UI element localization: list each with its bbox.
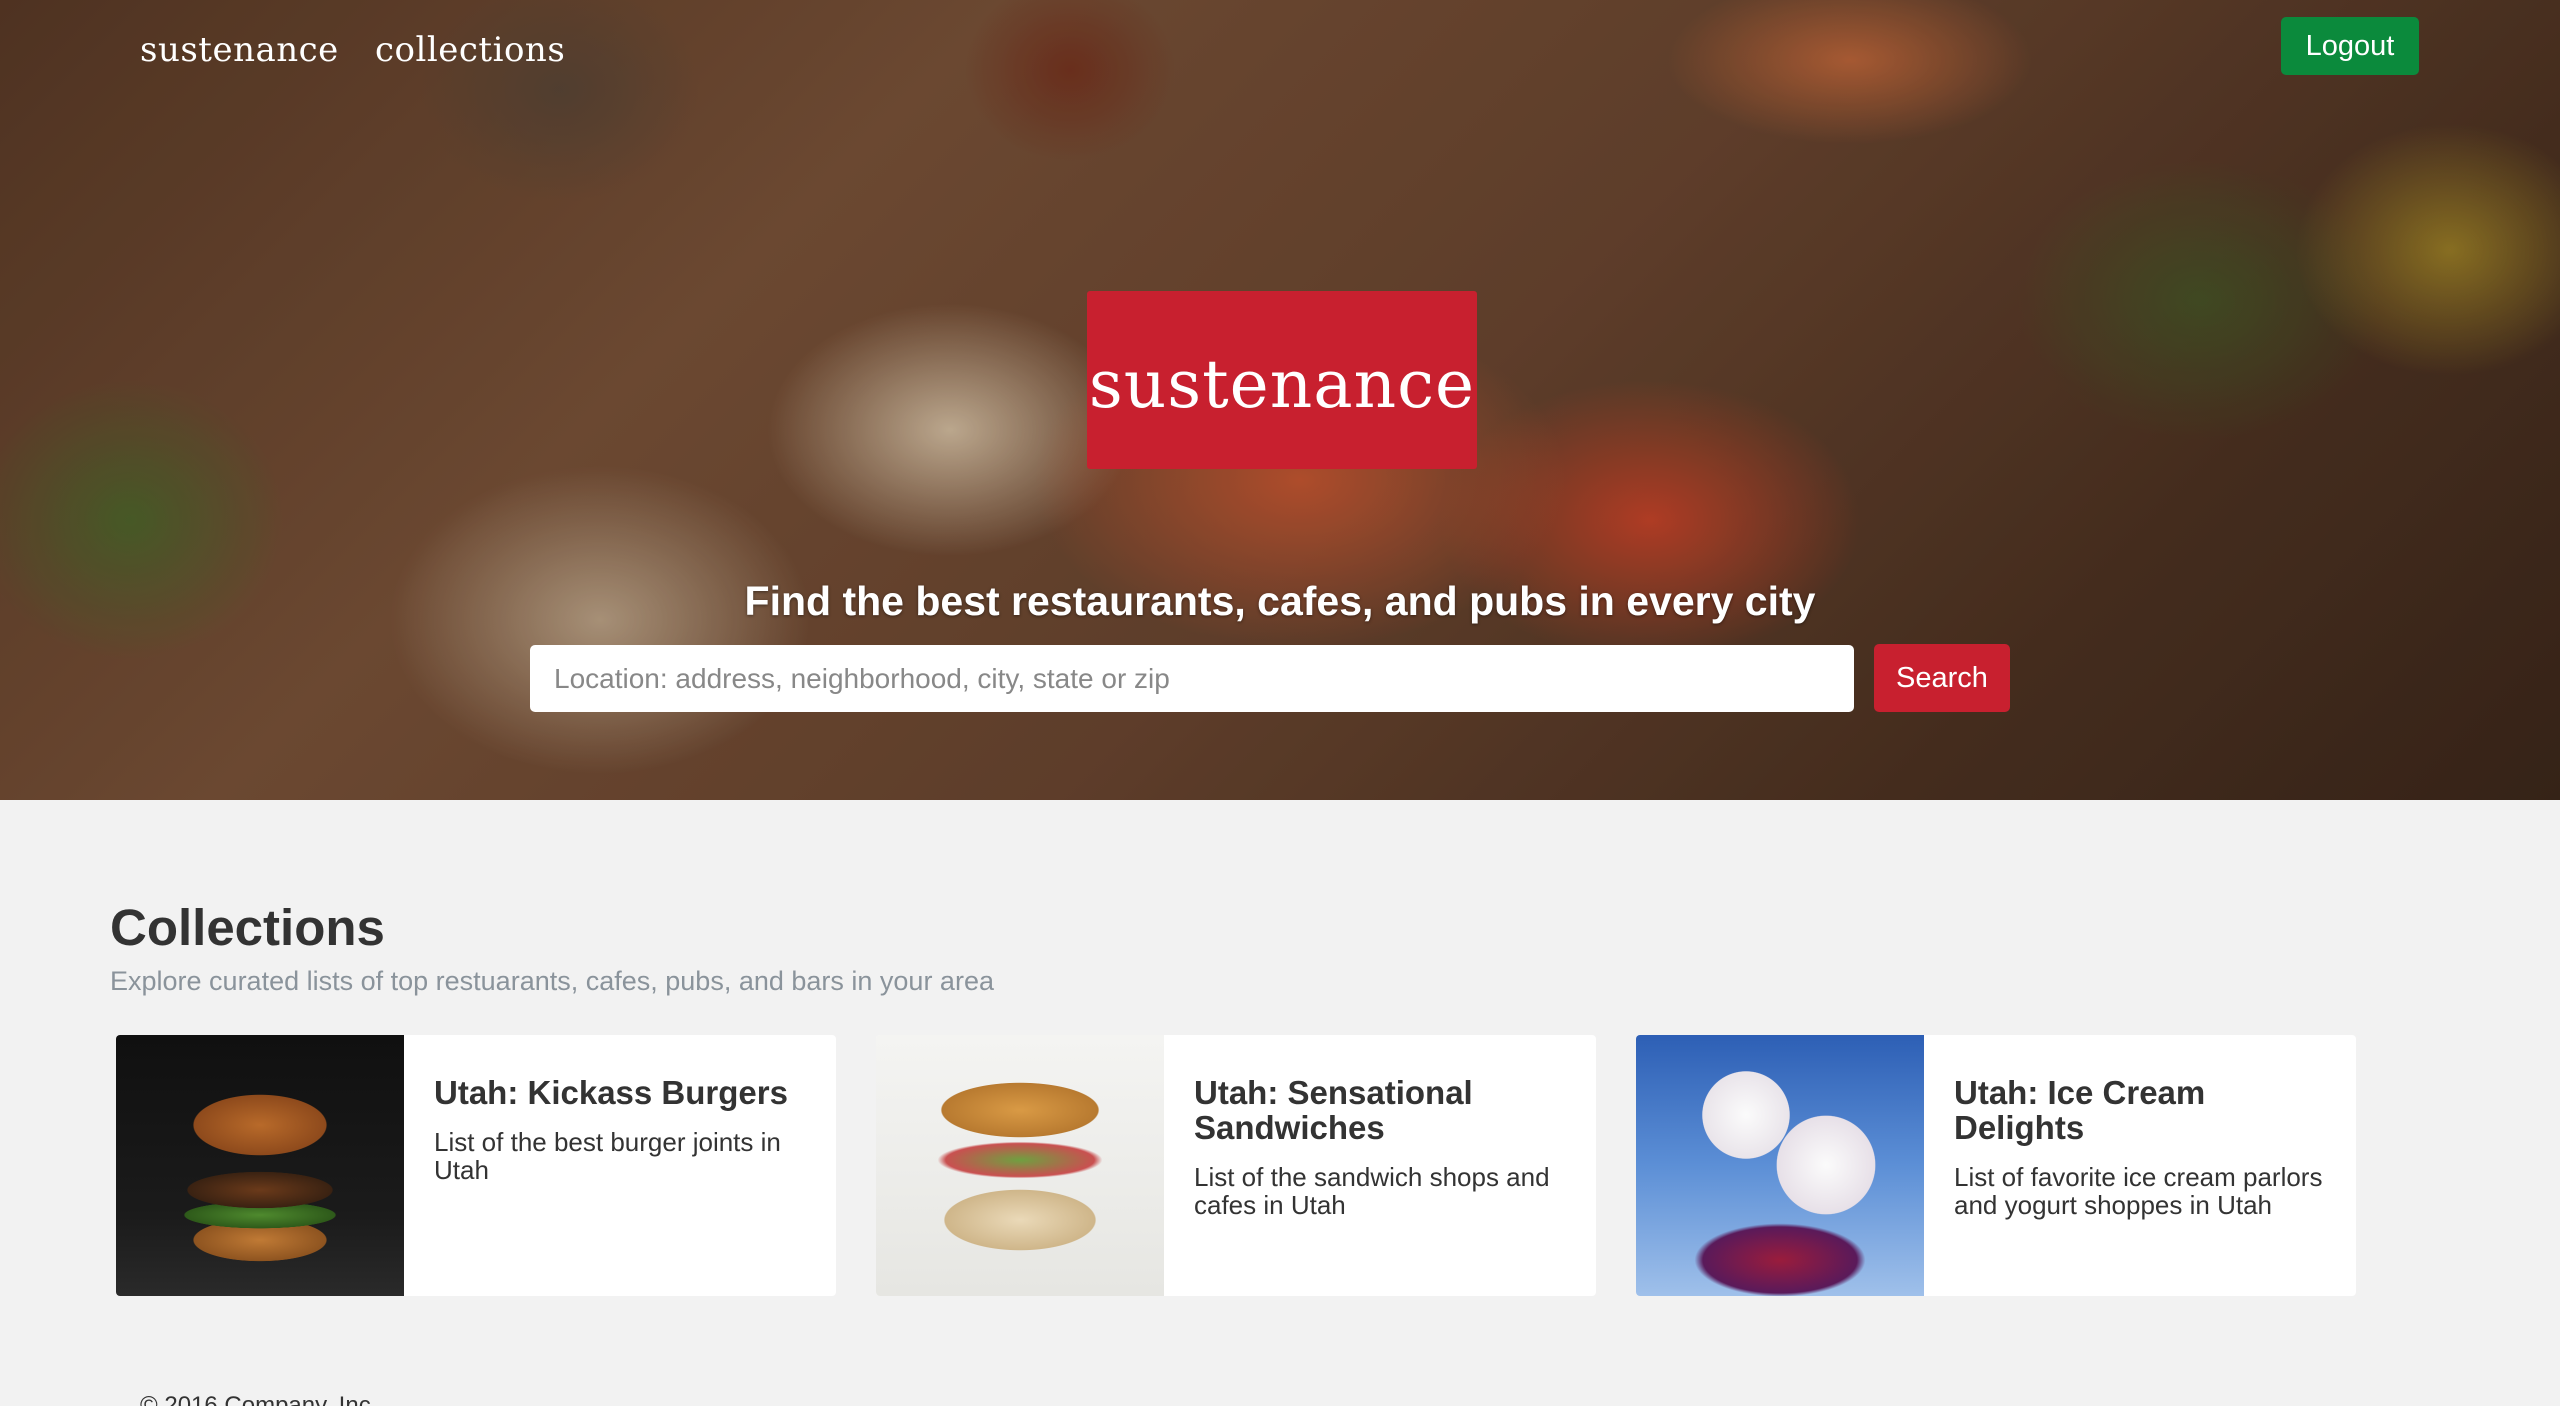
collection-card-title: Utah: Ice Cream Delights <box>1954 1074 2206 1146</box>
search-button[interactable]: Search <box>1874 644 2010 712</box>
collection-card-title: Utah: Kickass Burgers <box>434 1074 788 1111</box>
brand-logo: sustenance <box>1087 291 1477 469</box>
collection-card-description: List of the sandwich shops and cafes in … <box>1194 1162 1550 1220</box>
hero-banner: sustenance collections Logout sustenance… <box>0 0 2560 800</box>
nav-home-link[interactable]: sustenance <box>140 30 339 70</box>
sandwich-photo <box>876 1035 1164 1296</box>
location-search-input[interactable] <box>530 645 1854 712</box>
logout-button[interactable]: Logout <box>2281 17 2419 75</box>
collections-subtitle: Explore curated lists of top restuarants… <box>110 966 994 996</box>
collection-card[interactable]: Utah: Ice Cream Delights List of favorit… <box>1636 1035 2356 1296</box>
hero-tagline: Find the best restaurants, cafes, and pu… <box>744 578 1816 624</box>
collection-card[interactable]: Utah: Kickass Burgers List of the best b… <box>116 1035 836 1296</box>
collections-heading: Collections <box>110 899 385 956</box>
collection-card[interactable]: Utah: Sensational Sandwiches List of the… <box>876 1035 1596 1296</box>
burger-photo <box>116 1035 404 1296</box>
brand-logo-text: sustenance <box>1088 345 1476 423</box>
nav-collections-link[interactable]: collections <box>375 30 565 70</box>
collection-card-title: Utah: Sensational Sandwiches <box>1194 1074 1473 1146</box>
ice-cream-photo <box>1636 1035 1924 1296</box>
collection-card-description: List of the best burger joints in Utah <box>434 1127 781 1185</box>
collection-card-description: List of favorite ice cream parlors and y… <box>1954 1162 2323 1220</box>
footer-copyright: © 2016 Company, Inc. <box>140 1392 378 1406</box>
